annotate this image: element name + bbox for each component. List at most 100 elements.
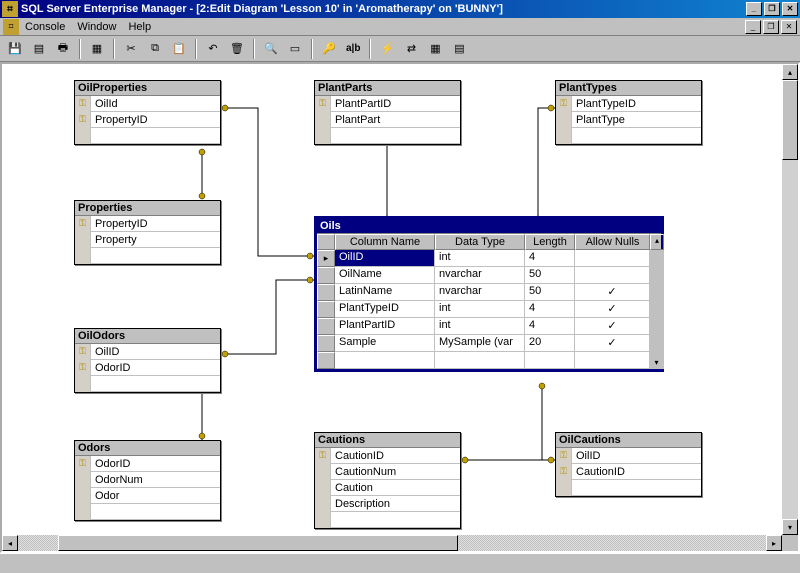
oils-row[interactable]: LatinNamenvarchar50✓ bbox=[317, 284, 661, 301]
minimize-button[interactable]: _ bbox=[746, 2, 762, 16]
table-column[interactable]: Odor bbox=[75, 488, 220, 504]
table-cautions[interactable]: Cautions⚿CautionIDCautionNumCautionDescr… bbox=[314, 432, 461, 529]
table-header[interactable]: PlantTypes bbox=[556, 81, 701, 96]
cell-type[interactable]: int bbox=[435, 318, 525, 335]
zoom-icon[interactable]: 🔍 bbox=[260, 38, 282, 60]
table-column[interactable]: ⚿OilId bbox=[75, 96, 220, 112]
cell-allownulls[interactable] bbox=[575, 250, 650, 267]
table-column[interactable]: PlantType bbox=[556, 112, 701, 128]
delete-icon[interactable]: 🗑 bbox=[226, 38, 248, 60]
oils-row[interactable]: ▸OilIDint4 bbox=[317, 250, 661, 267]
table-icon[interactable]: ▦ bbox=[424, 38, 446, 60]
table-column[interactable]: PlantPart bbox=[315, 112, 460, 128]
cell-length[interactable]: 4 bbox=[525, 301, 575, 318]
table-odors[interactable]: Odors⚿OdorIDOdorNumOdor bbox=[74, 440, 221, 521]
table-header[interactable]: Cautions bbox=[315, 433, 460, 448]
print-icon[interactable]: 🖶 bbox=[52, 38, 74, 60]
cell-length[interactable]: 4 bbox=[525, 318, 575, 335]
cell-type[interactable]: nvarchar bbox=[435, 284, 525, 301]
cell-name[interactable]: PlantTypeID bbox=[335, 301, 435, 318]
cell-length[interactable]: 50 bbox=[525, 284, 575, 301]
table-header[interactable]: OilCautions bbox=[556, 433, 701, 448]
oils-row[interactable]: OilNamenvarchar50 bbox=[317, 267, 661, 284]
arrange-icon[interactable]: ▭ bbox=[284, 38, 306, 60]
undo-icon[interactable]: ↶ bbox=[202, 38, 224, 60]
table-column[interactable]: Caution bbox=[315, 480, 460, 496]
table-column[interactable]: ⚿PropertyID bbox=[75, 216, 220, 232]
oils-row[interactable]: PlantPartIDint4✓ bbox=[317, 318, 661, 335]
table-header[interactable]: OilOdors bbox=[75, 329, 220, 344]
save-icon[interactable]: 💾 bbox=[4, 38, 26, 60]
cell-name[interactable]: Sample bbox=[335, 335, 435, 352]
cell-type[interactable]: int bbox=[435, 301, 525, 318]
cell-allownulls[interactable]: ✓ bbox=[575, 318, 650, 335]
table-column[interactable]: OdorNum bbox=[75, 472, 220, 488]
cell-name[interactable]: LatinName bbox=[335, 284, 435, 301]
sql-icon[interactable]: ⚡ bbox=[376, 38, 398, 60]
scroll-up-button[interactable]: ▴ bbox=[782, 64, 798, 80]
properties-icon[interactable]: ▤ bbox=[28, 38, 50, 60]
table-oils[interactable]: Oils Column Name Data Type Length Allow … bbox=[314, 216, 664, 372]
table-column[interactable]: Description bbox=[315, 496, 460, 512]
key-icon[interactable]: 🔑 bbox=[318, 38, 340, 60]
oils-row[interactable]: SampleMySample (var20✓ bbox=[317, 335, 661, 352]
col-header-name[interactable]: Column Name bbox=[335, 234, 435, 250]
table-oilcautions[interactable]: OilCautions⚿OilID⚿CautionID bbox=[555, 432, 702, 497]
maximize-button[interactable]: ❐ bbox=[764, 2, 780, 16]
layout-icon[interactable]: ▤ bbox=[448, 38, 470, 60]
scroll-right-button[interactable]: ▸ bbox=[766, 535, 782, 551]
table-oilproperties[interactable]: OilProperties⚿OilId⚿PropertyID bbox=[74, 80, 221, 145]
menu-help[interactable]: Help bbox=[128, 21, 151, 33]
cell-allownulls[interactable]: ✓ bbox=[575, 301, 650, 318]
table-column[interactable]: ⚿OdorID bbox=[75, 360, 220, 376]
table-oilodors[interactable]: OilOdors⚿OilID⚿OdorID bbox=[74, 328, 221, 393]
scroll-down-button[interactable]: ▾ bbox=[782, 519, 798, 535]
relation-icon[interactable]: ⇄ bbox=[400, 38, 422, 60]
oils-row[interactable]: PlantTypeIDint4✓ bbox=[317, 301, 661, 318]
table-header[interactable]: PlantParts bbox=[315, 81, 460, 96]
table-column[interactable]: ⚿OdorID bbox=[75, 456, 220, 472]
mdi-minimize-button[interactable]: _ bbox=[745, 20, 761, 34]
mdi-restore-button[interactable]: ❐ bbox=[763, 20, 779, 34]
cell-name[interactable]: OilID bbox=[335, 250, 435, 267]
table-plantparts[interactable]: PlantParts⚿PlantPartIDPlantPart bbox=[314, 80, 461, 145]
table-planttypes[interactable]: PlantTypes⚿PlantTypeIDPlantType bbox=[555, 80, 702, 145]
new-table-icon[interactable]: ▦ bbox=[86, 38, 108, 60]
table-header[interactable]: Properties bbox=[75, 201, 220, 216]
cell-name[interactable]: PlantPartID bbox=[335, 318, 435, 335]
paste-icon[interactable]: 📋 bbox=[168, 38, 190, 60]
table-column[interactable]: ⚿OilID bbox=[556, 448, 701, 464]
cut-icon[interactable]: ✂ bbox=[120, 38, 142, 60]
cell-name[interactable]: OilName bbox=[335, 267, 435, 284]
table-column[interactable]: ⚿PlantTypeID bbox=[556, 96, 701, 112]
mdi-icon[interactable]: ⌗ bbox=[3, 19, 19, 35]
cell-type[interactable]: MySample (var bbox=[435, 335, 525, 352]
annotation-icon[interactable]: a|b bbox=[342, 38, 364, 60]
table-column[interactable]: ⚿OilID bbox=[75, 344, 220, 360]
table-column[interactable]: ⚿PlantPartID bbox=[315, 96, 460, 112]
table-header[interactable]: Odors bbox=[75, 441, 220, 456]
cell-allownulls[interactable]: ✓ bbox=[575, 335, 650, 352]
col-header-length[interactable]: Length bbox=[525, 234, 575, 250]
copy-icon[interactable]: ⧉ bbox=[144, 38, 166, 60]
col-header-type[interactable]: Data Type bbox=[435, 234, 525, 250]
scroll-up-icon[interactable]: ▴ bbox=[650, 234, 664, 250]
cell-length[interactable]: 4 bbox=[525, 250, 575, 267]
menu-console[interactable]: Console bbox=[25, 21, 65, 33]
table-header[interactable]: OilProperties bbox=[75, 81, 220, 96]
cell-type[interactable]: int bbox=[435, 250, 525, 267]
cell-type[interactable]: nvarchar bbox=[435, 267, 525, 284]
table-column[interactable]: ⚿CautionID bbox=[556, 464, 701, 480]
table-header-oils[interactable]: Oils bbox=[317, 219, 661, 234]
table-column[interactable]: ⚿CautionID bbox=[315, 448, 460, 464]
cell-allownulls[interactable] bbox=[575, 267, 650, 284]
menu-window[interactable]: Window bbox=[77, 21, 116, 33]
table-column[interactable]: Property bbox=[75, 232, 220, 248]
horizontal-scrollbar[interactable]: ◂ ▸ bbox=[2, 535, 782, 551]
scroll-left-button[interactable]: ◂ bbox=[2, 535, 18, 551]
cell-length[interactable]: 20 bbox=[525, 335, 575, 352]
table-properties[interactable]: Properties⚿PropertyIDProperty bbox=[74, 200, 221, 265]
col-header-nulls[interactable]: Allow Nulls bbox=[575, 234, 650, 250]
vertical-scrollbar[interactable]: ▴ ▾ bbox=[782, 64, 798, 535]
diagram-canvas[interactable]: OilProperties⚿OilId⚿PropertyIDPlantParts… bbox=[0, 62, 800, 553]
